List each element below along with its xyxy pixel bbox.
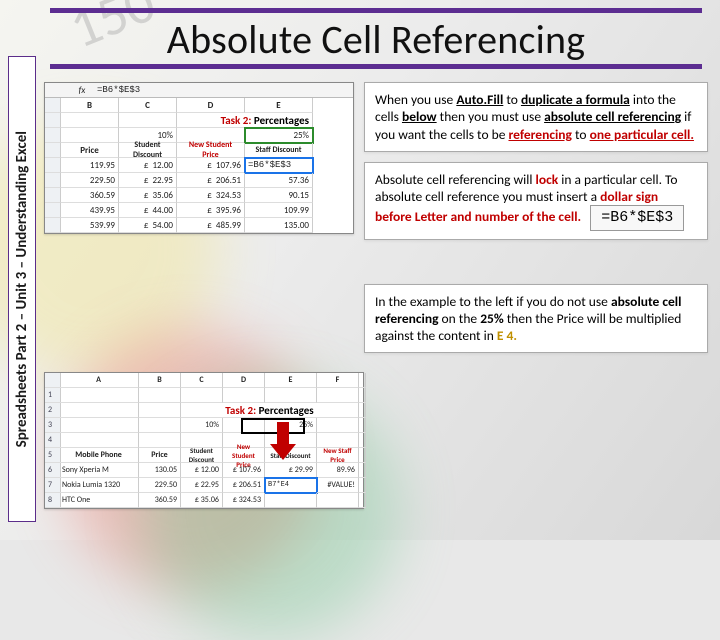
formula-example: =B6*$E$3: [590, 205, 684, 230]
cell: £ 107.96: [177, 158, 245, 173]
cell: 229.50: [61, 173, 119, 188]
cell: £ 54.00: [119, 218, 177, 233]
cell: £ 107.96: [223, 463, 265, 478]
cell: 360.59: [139, 493, 181, 508]
cell: 10%: [181, 418, 223, 433]
task-label: Task 2: Percentages: [181, 403, 359, 418]
cell: HTC One: [59, 493, 139, 508]
formula-input: =B6*$E$3: [93, 85, 353, 95]
col-head: D: [177, 98, 245, 113]
col-head: A: [59, 373, 139, 388]
col-head: B: [61, 98, 119, 113]
cell: £ 324.53: [177, 188, 245, 203]
cell: Sony Xperia M: [59, 463, 139, 478]
cell: 109.99: [245, 203, 313, 218]
hdr: Price: [139, 448, 181, 463]
header-price: Price: [61, 143, 119, 158]
page-title: Absolute Cell Referencing: [50, 13, 702, 64]
cell: £ 324.53: [223, 493, 265, 508]
cell: 360.59: [61, 188, 119, 203]
explainer-2: Absolute cell referencing will lock in a…: [364, 162, 708, 240]
cell: [317, 493, 359, 508]
cell: £ 395.96: [177, 203, 245, 218]
col-head: F: [317, 373, 359, 388]
col-head: C: [181, 373, 223, 388]
arrow-down-icon: [270, 422, 296, 462]
cell: 89.96: [317, 463, 359, 478]
spreadsheet-top: fx =B6*$E$3 B C D E Task 2: Percentages: [44, 82, 354, 234]
col-head: D: [223, 373, 265, 388]
cell: 539.99: [61, 218, 119, 233]
cell: £ 206.51: [223, 478, 265, 493]
explainer-1: When you use Auto.Fill to duplicate a fo…: [364, 82, 708, 152]
cell: £ 22.95: [181, 478, 223, 493]
col-head: B: [139, 373, 181, 388]
task-label: Task 2: Percentages: [177, 113, 313, 128]
hdr: Student Discount: [181, 448, 223, 463]
cell: £ 206.51: [177, 173, 245, 188]
cell: 90.15: [245, 188, 313, 203]
cell: £ 22.95: [119, 173, 177, 188]
header-nsp: New Student Price: [177, 143, 245, 158]
cell: £ 29.99: [265, 463, 317, 478]
cell-error: #VALUE!: [317, 478, 359, 493]
cell: £ 12.00: [119, 158, 177, 173]
hdr: New Student Price: [223, 448, 265, 463]
explainer-3: In the example to the left if you do not…: [364, 284, 708, 354]
cell: £ 44.00: [119, 203, 177, 218]
col-head: E: [265, 373, 317, 388]
hdr: Mobile Phone: [59, 448, 139, 463]
cell: £ 35.06: [181, 493, 223, 508]
cell: 130.05: [139, 463, 181, 478]
cell: 229.50: [139, 478, 181, 493]
cell: £ 12.00: [181, 463, 223, 478]
spreadsheet-bottom: A B C D E F 1 2 Task 2: Percentages 3 10…: [44, 372, 364, 509]
title-bar-bottom: [50, 64, 702, 69]
formula-bar: fx =B6*$E$3: [45, 83, 353, 98]
sidebar-label: Spreadsheets Part 2 – Unit 3 – Understan…: [13, 131, 31, 447]
col-head: C: [119, 98, 177, 113]
cell: £ 35.06: [119, 188, 177, 203]
header-sd: Student Discount: [119, 143, 177, 158]
cell: 57.36: [245, 173, 313, 188]
cell: 119.95: [61, 158, 119, 173]
selected-cell: B7*E4: [265, 478, 317, 493]
fx-icon: fx: [71, 85, 93, 96]
cell: Nokia Lumia 1320: [59, 478, 139, 493]
title-block: Absolute Cell Referencing: [50, 8, 702, 69]
cell: £ 485.99: [177, 218, 245, 233]
selected-cell: =B6*$E$3: [245, 158, 313, 173]
sidebar: Spreadsheets Part 2 – Unit 3 – Understan…: [8, 56, 36, 522]
cell: 439.95: [61, 203, 119, 218]
cell: 135.00: [245, 218, 313, 233]
cell: [265, 493, 317, 508]
hdr: New Staff Price: [317, 448, 359, 463]
header-staff: Staff Discount: [245, 143, 313, 158]
highlight-cell: 25%: [245, 128, 313, 143]
col-head: E: [245, 98, 313, 113]
